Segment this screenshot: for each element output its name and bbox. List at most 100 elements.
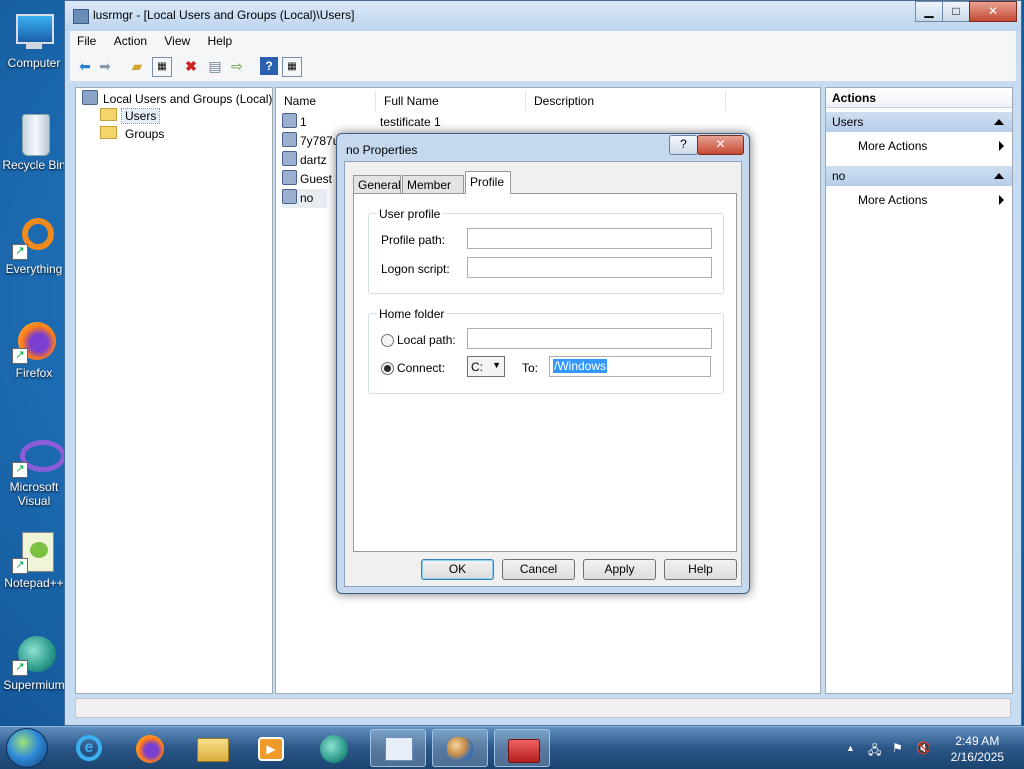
taskbar-explorer[interactable] — [184, 729, 240, 767]
local-path-input[interactable] — [467, 328, 712, 349]
visual-studio-icon: ↗ — [12, 434, 66, 478]
taskbar-control-panel[interactable] — [370, 729, 426, 767]
menu-action[interactable]: Action — [107, 31, 154, 51]
shortcut-arrow-icon: ↗ — [12, 558, 28, 574]
local-path-radio[interactable] — [381, 334, 394, 347]
maximize-button[interactable]: □ — [942, 1, 970, 22]
more-actions-label: More Actions — [858, 139, 928, 153]
tree-item-users[interactable]: Users — [100, 108, 161, 125]
connect-radio[interactable] — [381, 362, 394, 375]
desktop-icon-label: Computer — [7, 56, 61, 70]
shortcut-arrow-icon: ↗ — [12, 244, 28, 260]
dialog-title: no Properties — [346, 143, 418, 157]
desktop-icon-label: Notepad++ — [4, 576, 64, 590]
action-center-flag-icon[interactable]: ⚑ — [892, 741, 903, 755]
taskbar-toolbox[interactable] — [494, 729, 550, 767]
table-row[interactable]: Guest — [282, 170, 332, 189]
export-list-icon[interactable]: ⇨ — [228, 57, 246, 75]
properties-icon[interactable]: ▤ — [206, 57, 224, 75]
desktop-icon-recycle-bin[interactable]: Recycle Bin — [0, 112, 68, 172]
help-button[interactable]: Help — [664, 559, 737, 580]
dialog-help-button[interactable]: ? — [669, 135, 698, 155]
menu-help[interactable]: Help — [201, 31, 240, 51]
drive-letter-select[interactable]: C: ▼ — [467, 356, 505, 377]
computer-icon — [12, 10, 56, 54]
actions-section-label: no — [832, 169, 846, 183]
desktop-icon-notepadpp[interactable]: ↗ Notepad++ — [0, 530, 68, 590]
taskbar-internet-explorer[interactable]: e — [62, 729, 118, 767]
folder-icon — [197, 738, 229, 762]
window-titlebar[interactable]: lusrmgr - [Local Users and Groups (Local… — [65, 1, 1021, 31]
minimize-button[interactable]: ▁ — [915, 1, 943, 22]
desktop-icon-label: Everything — [5, 262, 63, 276]
forward-icon[interactable]: ➡ — [96, 57, 114, 75]
desktop-icon-label: Microsoft Visual Studio — [9, 480, 59, 508]
menu-view[interactable]: View — [157, 31, 197, 51]
collapse-icon[interactable] — [994, 119, 1004, 125]
desktop-icon-label: Supermium — [3, 678, 65, 692]
taskbar-firefox[interactable] — [122, 729, 178, 767]
dialog-close-button[interactable]: ✕ — [697, 135, 744, 155]
volume-muted-icon[interactable]: 🔇 — [916, 741, 931, 755]
show-hide-tree-icon[interactable]: ▦ — [152, 57, 172, 77]
column-header-description[interactable]: Description — [526, 91, 726, 111]
show-hidden-icons[interactable]: ▲ — [846, 743, 855, 753]
desktop-icon-label: Firefox — [15, 366, 53, 380]
desktop-icon-firefox[interactable]: ↗ Firefox — [0, 320, 68, 380]
column-header-name[interactable]: Name — [276, 91, 376, 111]
drive-letter-value: C: — [471, 360, 483, 374]
to-path-input[interactable]: /Windows — [549, 356, 711, 377]
menu-file[interactable]: File — [70, 31, 103, 51]
table-row[interactable]: dartz — [282, 151, 327, 170]
cancel-button[interactable]: Cancel — [502, 559, 575, 580]
table-row[interactable]: 1 testificate 1 — [282, 113, 480, 132]
start-button[interactable] — [6, 728, 48, 768]
desktop-icon-computer[interactable]: Computer — [0, 10, 68, 70]
collapse-icon[interactable] — [994, 173, 1004, 179]
profile-path-input[interactable] — [467, 228, 712, 249]
internet-explorer-icon: e — [76, 735, 102, 761]
tree-item-label: Users — [120, 108, 161, 124]
supermium-icon: ↗ — [12, 632, 56, 676]
user-icon — [282, 189, 297, 204]
taskbar-lusrmgr[interactable] — [432, 729, 488, 767]
clock[interactable]: 2:49 AM 2/16/2025 — [951, 733, 1004, 765]
dialog-body: General Member Of Profile User profile P… — [344, 161, 742, 587]
taskbar-supermium[interactable] — [306, 729, 362, 767]
tab-general[interactable]: General — [353, 175, 401, 193]
window-title: lusrmgr - [Local Users and Groups (Local… — [93, 8, 355, 22]
logon-script-input[interactable] — [467, 257, 712, 278]
actions-section-users[interactable]: Users — [826, 112, 1012, 132]
network-icon[interactable]: 🖧 — [868, 741, 881, 762]
table-row[interactable]: no — [282, 189, 328, 208]
recycle-bin-icon — [12, 112, 56, 156]
actions-section-no[interactable]: no — [826, 166, 1012, 186]
column-header-full-name[interactable]: Full Name — [376, 91, 526, 111]
table-row[interactable]: 7y787u — [282, 132, 339, 151]
ok-button[interactable]: OK — [421, 559, 494, 580]
back-icon[interactable]: ⬅ — [76, 57, 94, 75]
help-icon[interactable]: ? — [260, 57, 278, 75]
folder-icon — [100, 108, 117, 121]
more-actions-no[interactable]: More Actions — [858, 191, 1004, 209]
desktop-icon-supermium[interactable]: ↗ Supermium — [0, 632, 68, 692]
chevron-down-icon: ▼ — [492, 360, 501, 370]
desktop-icon-everything[interactable]: ↗ Everything — [0, 216, 68, 276]
more-actions-users[interactable]: More Actions — [858, 137, 1004, 155]
up-folder-icon[interactable]: ▰ — [128, 57, 146, 75]
show-hide-action-pane-icon[interactable]: ▦ — [282, 57, 302, 77]
row-full-name: testificate 1 — [380, 115, 441, 129]
tab-member-of[interactable]: Member Of — [402, 175, 464, 210]
apply-button[interactable]: Apply — [583, 559, 656, 580]
tree-root[interactable]: Local Users and Groups (Local) — [82, 90, 272, 107]
tree-item-groups[interactable]: Groups — [100, 126, 164, 143]
tab-profile[interactable]: Profile — [465, 171, 511, 194]
taskbar: e ▶ ▲ 🖧 ⚑ 🔇 2:49 AM 2/16/2025 — [0, 726, 1024, 769]
taskbar-media-player[interactable]: ▶ — [244, 729, 300, 767]
row-name: 7y787u — [300, 134, 340, 148]
close-button[interactable]: ✕ — [969, 1, 1017, 22]
everything-icon: ↗ — [12, 216, 56, 260]
actions-section-label: Users — [832, 115, 864, 129]
delete-icon[interactable]: ✖ — [182, 57, 200, 75]
desktop-icon-visual-studio[interactable]: ↗ Microsoft Visual Studio — [0, 434, 68, 508]
